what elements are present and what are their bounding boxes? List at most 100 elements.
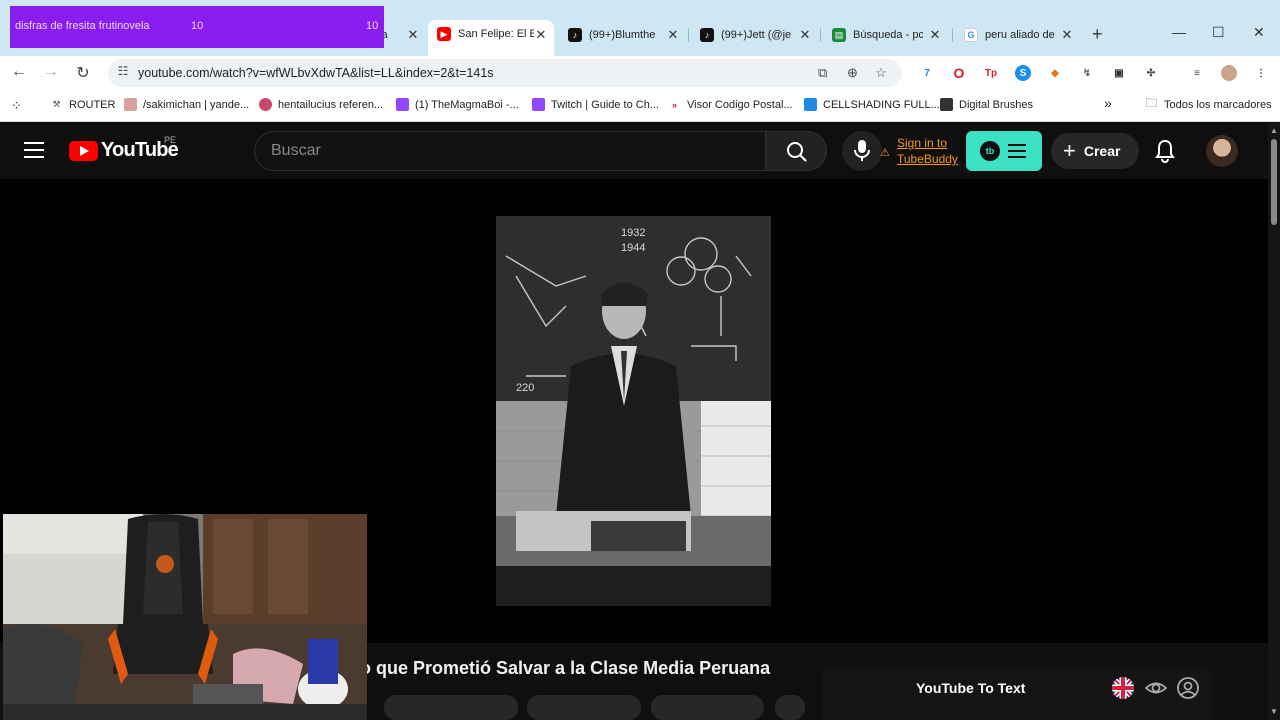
action-chip-like[interactable] <box>384 695 518 720</box>
account-circle-icon[interactable] <box>1176 676 1200 700</box>
eye-icon[interactable] <box>1144 676 1168 700</box>
user-avatar[interactable] <box>1206 135 1238 167</box>
tubebuddy-menu-button[interactable]: tb <box>966 131 1042 171</box>
extension-misc-icon[interactable]: ↯ <box>1079 65 1095 81</box>
profile-avatar-icon[interactable] <box>1221 65 1237 81</box>
bookmark-sakimichan[interactable]: /sakimichan | yande... <box>124 98 249 111</box>
voice-search-button[interactable] <box>842 131 882 171</box>
tab-peru-aliado[interactable]: G peru aliado de ✕ <box>964 22 1074 48</box>
tab-title: San Felipe: El E <box>458 28 534 40</box>
address-url[interactable]: youtube.com/watch?v=wfWLbvXdwTA&list=LL&… <box>138 66 494 80</box>
shazam-extension-icon[interactable]: S <box>1015 65 1031 81</box>
media-control-icon[interactable]: ≡ <box>1189 65 1205 81</box>
page-scrollbar[interactable]: ▲ ▼ <box>1268 123 1280 720</box>
tab-san-felipe[interactable]: ▶ San Felipe: El E ✕ <box>428 20 554 56</box>
reload-icon[interactable]: ↻ <box>73 63 93 83</box>
minimize-icon[interactable]: — <box>1172 24 1186 40</box>
tubebuddy-line-2: TubeBuddy <box>897 152 958 166</box>
bookmark-cellshading[interactable]: CELLSHADING FULL... <box>804 98 940 111</box>
menu-lines-icon <box>1008 144 1026 162</box>
tubebuddy-sign-in-link[interactable]: Sign in to TubeBuddy <box>897 135 958 167</box>
metamask-extension-icon[interactable]: ◆ <box>1047 65 1063 81</box>
bookmark-visor-codigo-postal[interactable]: » Visor Codigo Postal... <box>668 98 793 111</box>
tab-close-icon[interactable]: ✕ <box>928 27 942 43</box>
folder-icon: 🗀 <box>1145 96 1158 110</box>
youtube-header: YouTube PE ⚠ Sign in to TubeBuddy tb + C… <box>0 123 1268 179</box>
tab-title: peru aliado de <box>985 29 1055 41</box>
lecturer-at-blackboard-image: 1932 1944 220 <box>496 216 771 606</box>
board-text: 220 <box>516 382 534 394</box>
youtube-to-text-title: YouTube To Text <box>916 680 1026 696</box>
bookmark-digital-brushes[interactable]: Digital Brushes <box>940 98 1033 111</box>
bookmark-label: (1) TheMagmaBoi -... <box>415 98 519 111</box>
anime-favicon-icon <box>124 98 137 111</box>
youtube-favicon-icon: ▶ <box>437 27 451 41</box>
search-button[interactable] <box>765 131 827 171</box>
site-info-icon[interactable]: ☷ <box>114 64 132 82</box>
bookmark-label: ROUTER <box>69 98 116 111</box>
scrollbar-thumb[interactable] <box>1271 139 1277 225</box>
address-bar[interactable]: ☷ youtube.com/watch?v=wfWLbvXdwTA&list=L… <box>108 59 902 87</box>
tab-close-icon[interactable]: ✕ <box>798 27 812 43</box>
stream-overlay-banner: disfras de fresita frutinovela 10 10 <box>10 6 384 48</box>
scroll-down-arrow-icon[interactable]: ▼ <box>1270 707 1278 716</box>
flower-favicon-icon <box>259 98 272 111</box>
action-chip-download[interactable] <box>651 695 764 720</box>
tab-close-icon[interactable]: ✕ <box>1060 27 1074 43</box>
browser-menu-icon[interactable]: ⋮ <box>1253 65 1269 81</box>
tab-close-icon[interactable]: ✕ <box>666 27 680 43</box>
webcam-overlay <box>3 514 367 720</box>
bookmark-hentailucius[interactable]: hentailucius referen... <box>259 98 383 111</box>
bookmark-twitch-guide[interactable]: Twitch | Guide to Ch... <box>532 98 659 111</box>
tab-jett[interactable]: ♪ (99+)Jett (@je ✕ <box>700 22 812 48</box>
tp-extension-icon[interactable]: Tp <box>983 65 999 81</box>
google-favicon-icon: G <box>964 28 978 42</box>
back-arrow-icon[interactable]: ← <box>9 63 29 81</box>
browser-toolbar: ← → ↻ ☷ youtube.com/watch?v=wfWLbvXdwTA&… <box>0 56 1280 90</box>
twitch-favicon-icon <box>532 98 545 111</box>
more-bookmarks-chevron-icon[interactable]: » <box>1104 95 1112 111</box>
forward-arrow-icon[interactable]: → <box>41 63 61 81</box>
maximize-icon[interactable]: ☐ <box>1212 24 1225 41</box>
youtube-logo[interactable]: YouTube PE <box>69 135 179 162</box>
bookmark-router[interactable]: ⚒ ROUTER <box>50 98 115 111</box>
uk-flag-icon[interactable] <box>1111 676 1135 700</box>
youtube-play-logo-icon <box>69 140 98 161</box>
opera-extension-icon[interactable]: O <box>951 65 967 81</box>
search-input[interactable] <box>271 142 741 160</box>
tab-close-icon[interactable]: ✕ <box>406 27 420 43</box>
notifications-bell-icon[interactable] <box>1154 139 1176 163</box>
translate-extension-icon[interactable]: 7 <box>919 65 935 81</box>
bookmark-themagmaboi[interactable]: (1) TheMagmaBoi -... <box>396 98 519 111</box>
dark-favicon-icon <box>940 98 953 111</box>
apps-grid-icon[interactable]: ⁘ <box>11 98 22 114</box>
extensions-puzzle-icon[interactable]: ✣ <box>1143 65 1159 81</box>
install-app-icon[interactable]: ⧉ <box>818 65 827 81</box>
overlay-count: 10 <box>191 20 204 32</box>
country-code: PE <box>164 135 177 145</box>
tab-busqueda[interactable]: ▤ Búsqueda - pc ✕ <box>832 22 942 48</box>
new-tab-plus-icon[interactable]: + <box>1092 24 1103 45</box>
tab-separator <box>952 28 953 42</box>
zoom-icon[interactable]: ⊕ <box>847 65 858 81</box>
hamburger-menu-icon[interactable] <box>24 142 44 158</box>
action-chip-share[interactable] <box>527 695 641 720</box>
close-window-icon[interactable]: ✕ <box>1253 24 1265 41</box>
tab-blumthe[interactable]: ♪ (99+)Blumthe ✕ <box>568 22 680 48</box>
create-button[interactable]: + Crear <box>1051 133 1139 169</box>
webcam-room-image <box>3 514 367 720</box>
green-favicon-icon: ▤ <box>832 28 846 42</box>
action-chip-more[interactable] <box>775 695 805 720</box>
scroll-up-arrow-icon[interactable]: ▲ <box>1270 126 1278 135</box>
tab-separator <box>820 28 821 42</box>
all-bookmarks-folder[interactable]: 🗀 Todos los marcadores <box>1145 96 1271 111</box>
tab-close-icon[interactable]: ✕ <box>534 27 548 43</box>
microphone-icon <box>854 140 870 161</box>
overlay-count: 10 <box>366 20 379 32</box>
bookmark-label: CELLSHADING FULL... <box>823 98 940 111</box>
youtube-to-text-panel: YouTube To Text <box>822 668 1212 720</box>
bookmark-label: hentailucius referen... <box>278 98 384 111</box>
screen-extension-icon[interactable]: ▣ <box>1111 65 1127 81</box>
bookmark-star-icon[interactable]: ☆ <box>875 65 887 81</box>
video-frame-image: 1932 1944 220 <box>496 216 771 606</box>
